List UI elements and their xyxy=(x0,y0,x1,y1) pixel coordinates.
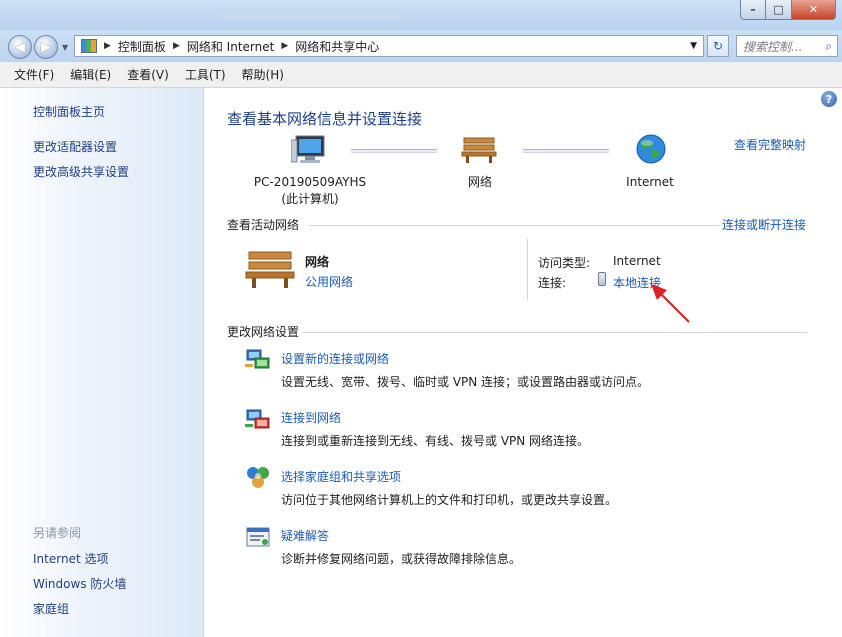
troubleshoot-icon xyxy=(246,527,270,547)
minimize-button[interactable]: – xyxy=(740,0,766,20)
section-divider xyxy=(303,332,807,333)
computer-label: PC-20190509AYHS (此计算机) xyxy=(235,174,385,208)
troubleshoot-link[interactable]: 疑难解答 xyxy=(281,527,329,544)
see-also-heading: 另请参阅 xyxy=(33,526,82,540)
troubleshoot-desc: 诊断并修复网络问题，或获得故障排除信息。 xyxy=(281,552,522,566)
network-location-type-link[interactable]: 公用网络 xyxy=(305,273,353,290)
refresh-button[interactable]: ↻ xyxy=(707,35,729,57)
breadcrumb-control-panel[interactable]: 控制面板 xyxy=(114,38,170,55)
access-type-value: Internet xyxy=(613,254,661,268)
search-input[interactable]: 搜索控制... ⌕ xyxy=(736,35,838,57)
map-connection-line xyxy=(351,149,437,153)
menu-help[interactable]: 帮助(H) xyxy=(234,66,292,83)
breadcrumb-separator[interactable]: ▶ xyxy=(278,41,291,51)
homegroup-sharing-desc: 访问位于其他网络计算机上的文件和打印机，或更改共享设置。 xyxy=(281,493,618,507)
connect-disconnect-link[interactable]: 连接或断开连接 xyxy=(722,216,806,233)
access-type-label: 访问类型: xyxy=(538,256,591,270)
refresh-icon: ↻ xyxy=(712,39,724,53)
bench-network-large-icon xyxy=(245,251,295,288)
bench-network-icon[interactable] xyxy=(461,134,497,164)
sidebar-item-windows-firewall[interactable]: Windows 防火墙 xyxy=(33,575,126,592)
breadcrumb-network-internet[interactable]: 网络和 Internet xyxy=(183,38,278,55)
back-button[interactable]: ◀ xyxy=(8,35,32,59)
help-icon[interactable]: ? xyxy=(821,91,837,107)
search-icon[interactable]: ⌕ xyxy=(825,39,832,54)
ethernet-connection-icon xyxy=(598,272,606,286)
sidebar-item-control-panel-home[interactable]: 控制面板主页 xyxy=(33,103,105,120)
active-networks-heading: 查看活动网络 xyxy=(227,218,300,232)
computer-name: PC-20190509AYHS xyxy=(253,175,367,189)
menu-view[interactable]: 查看(V) xyxy=(119,66,177,83)
address-bar[interactable]: ▶ 控制面板 ▶ 网络和 Internet ▶ 网络和共享中心 ▼ xyxy=(74,35,704,57)
new-connection-icon xyxy=(245,349,270,369)
menu-bar: 文件(F) 编辑(E) 查看(V) 工具(T) 帮助(H) xyxy=(0,62,842,88)
forward-arrow-icon: ▶ xyxy=(41,39,51,55)
change-settings-heading: 更改网络设置 xyxy=(227,325,300,339)
network-label: 网络 xyxy=(467,175,492,189)
page-title: 查看基本网络信息并设置连接 xyxy=(227,110,423,128)
computer-sublabel: (此计算机) xyxy=(281,192,339,206)
breadcrumb-separator[interactable]: ▶ xyxy=(101,41,114,51)
section-divider xyxy=(309,225,719,226)
homegroup-sharing-link[interactable]: 选择家庭组和共享选项 xyxy=(281,468,401,485)
address-dropdown-icon[interactable]: ▼ xyxy=(684,41,703,51)
control-panel-icon xyxy=(81,39,97,53)
connect-to-network-desc: 连接到或重新连接到无线、有线、拨号或 VPN 网络连接。 xyxy=(281,434,590,448)
map-connection-line xyxy=(523,149,609,153)
full-map-link[interactable]: 查看完整映射 xyxy=(734,136,806,153)
setup-new-connection-desc: 设置无线、宽带、拨号、临时或 VPN 连接；或设置路由器或访问点。 xyxy=(281,375,650,389)
sidebar-item-advanced-sharing[interactable]: 更改高级共享设置 xyxy=(33,163,129,180)
window-title-blurred xyxy=(220,8,400,20)
window-controls: – □ ✕ xyxy=(740,0,836,20)
menu-tools[interactable]: 工具(T) xyxy=(177,66,234,83)
internet-label: Internet xyxy=(626,175,674,189)
vertical-divider xyxy=(527,238,528,300)
sidebar-item-change-adapter-settings[interactable]: 更改适配器设置 xyxy=(33,138,117,155)
computer-icon[interactable] xyxy=(291,132,327,168)
active-network-name: 网络 xyxy=(305,255,330,269)
sidebar: 控制面板主页 更改适配器设置 更改高级共享设置 另请参阅 Internet 选项… xyxy=(0,88,204,637)
navigation-bar: ◀ ▶ ▼ ▶ 控制面板 ▶ 网络和 Internet ▶ 网络和共享中心 ▼ … xyxy=(0,30,842,62)
maximize-button[interactable]: □ xyxy=(766,0,792,20)
sidebar-item-internet-options[interactable]: Internet 选项 xyxy=(33,550,108,567)
menu-file[interactable]: 文件(F) xyxy=(6,66,62,83)
title-bar: – □ ✕ xyxy=(0,0,842,30)
connection-label: 连接: xyxy=(538,276,567,290)
close-button[interactable]: ✕ xyxy=(792,0,836,20)
internet-globe-icon[interactable] xyxy=(635,133,667,165)
recent-pages-dropdown[interactable]: ▼ xyxy=(62,43,68,52)
forward-button[interactable]: ▶ xyxy=(34,35,58,59)
sidebar-item-homegroup[interactable]: 家庭组 xyxy=(33,600,69,617)
setup-new-connection-link[interactable]: 设置新的连接或网络 xyxy=(281,350,389,367)
main-content: ? 查看基本网络信息并设置连接 查看完整映射 PC-20190509AYHS (… xyxy=(205,88,842,637)
homegroup-icon xyxy=(247,467,269,488)
back-arrow-icon: ◀ xyxy=(15,39,25,55)
breadcrumb-separator[interactable]: ▶ xyxy=(170,41,183,51)
breadcrumb-network-sharing-center[interactable]: 网络和共享中心 xyxy=(291,38,383,55)
connect-to-network-link[interactable]: 连接到网络 xyxy=(281,409,341,426)
annotation-arrow xyxy=(651,284,690,323)
search-placeholder: 搜索控制... xyxy=(743,39,803,54)
menu-edit[interactable]: 编辑(E) xyxy=(62,66,119,83)
connect-to-network-icon xyxy=(245,409,270,429)
